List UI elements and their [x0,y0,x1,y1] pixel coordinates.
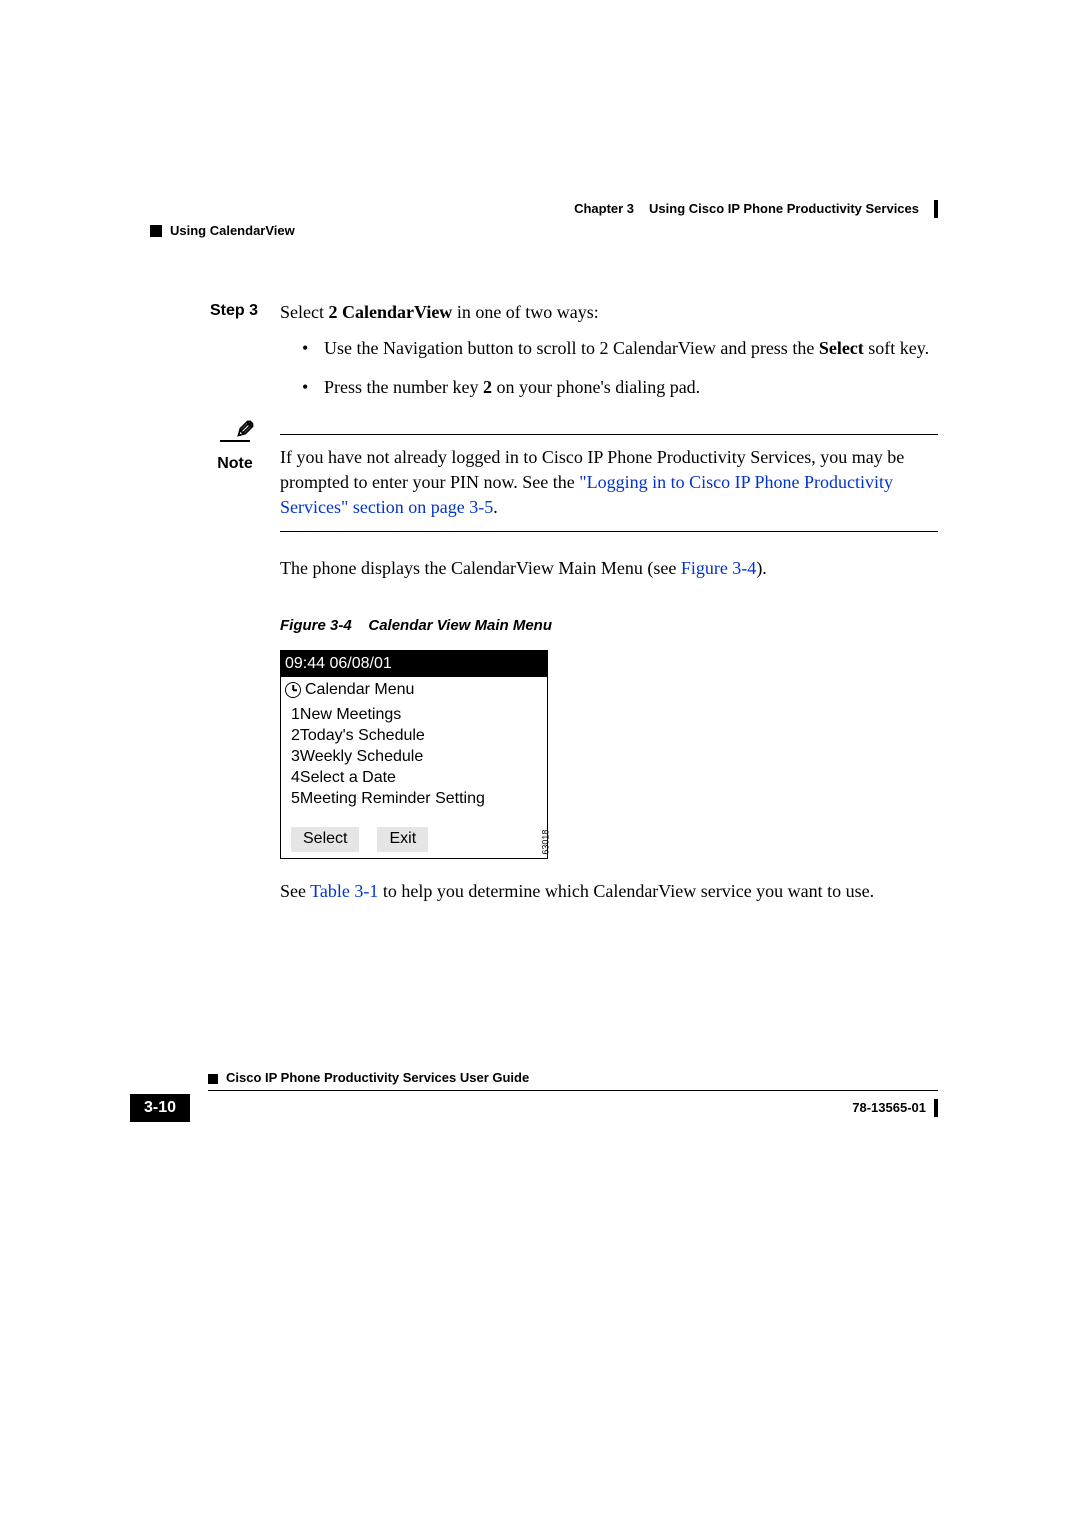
chapter-label: Chapter 3 [574,200,634,218]
document-number: 78-13565-01 [852,1099,938,1117]
header-bar-icon [934,200,938,218]
menu-item: 1New Meetings [291,705,541,726]
step-intro-post: in one of two ways: [452,302,598,322]
figure-caption: Figure 3-4 Calendar View Main Menu [280,615,938,636]
figure-link[interactable]: Figure 3-4 [681,558,757,578]
footer-bar-icon [934,1099,938,1117]
list-item: Press the number key 2 on your phone's d… [302,375,938,400]
page-footer: Cisco IP Phone Productivity Services Use… [130,1069,938,1122]
step-block: Step 3 Select 2 CalendarView in one of t… [210,300,938,414]
step-body: Select 2 CalendarView in one of two ways… [280,300,938,414]
list-item: Use the Navigation button to scroll to 2… [302,336,938,361]
body-content: Step 3 Select 2 CalendarView in one of t… [210,300,938,904]
footer-title: Cisco IP Phone Productivity Services Use… [208,1069,938,1090]
screen-menu-header: Calendar Menu [281,677,547,703]
menu-item: 4Select a Date [291,768,541,789]
step-intro-pre: Select [280,302,328,322]
square-marker-icon [150,225,162,237]
section-title: Using CalendarView [170,222,295,240]
clock-icon [285,682,301,698]
chapter-title: Using Cisco IP Phone Productivity Servic… [649,200,919,218]
note-label: Note [210,453,260,475]
page-content: Chapter 3 Using Cisco IP Phone Productiv… [150,200,938,904]
pencil-icon [220,422,250,442]
step-label: Step 3 [210,300,260,414]
step-intro-bold: 2 CalendarView [328,302,452,322]
note-block: Note If you have not already logged in t… [210,434,938,532]
menu-item: 2Today's Schedule [291,726,541,747]
paragraph: The phone displays the CalendarView Main… [280,556,938,581]
running-header: Chapter 3 Using Cisco IP Phone Productiv… [150,200,938,218]
figure-id: 63018 [539,845,552,855]
note-body: If you have not already logged in to Cis… [280,434,938,532]
screen-box: 09:44 06/08/01 Calendar Menu 1New Meetin… [280,650,548,859]
screen-timestamp: 09:44 06/08/01 [281,651,547,677]
square-marker-icon [208,1074,218,1084]
screen-menu-items: 1New Meetings 2Today's Schedule 3Weekly … [281,703,547,811]
phone-screen-figure: 09:44 06/08/01 Calendar Menu 1New Meetin… [280,650,938,859]
bullet-list: Use the Navigation button to scroll to 2… [302,336,938,400]
page-number: 3-10 [130,1094,190,1122]
paragraph: See Table 3-1 to help you determine whic… [280,879,938,904]
table-link[interactable]: Table 3-1 [310,881,378,901]
exit-softkey: Exit [377,827,428,851]
menu-item: 3Weekly Schedule [291,747,541,768]
select-softkey: Select [291,827,359,851]
screen-softkeys: Select Exit [281,823,547,857]
section-header: Using CalendarView [150,222,938,240]
menu-item: 5Meeting Reminder Setting [291,789,541,810]
